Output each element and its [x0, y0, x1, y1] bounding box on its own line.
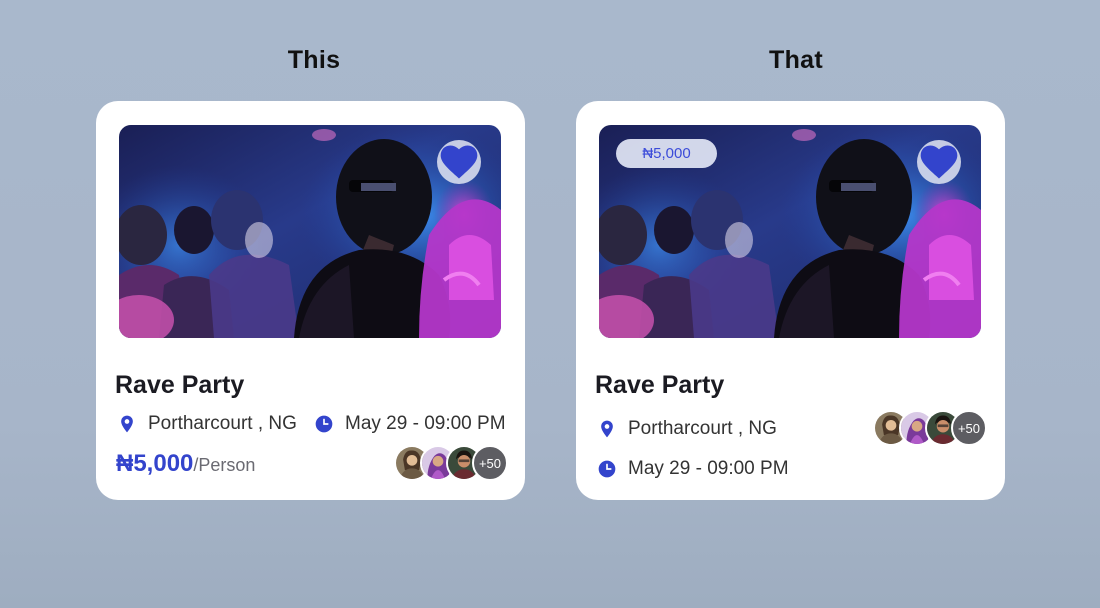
price-unit: /Person: [193, 455, 256, 475]
event-photo: ₦5,000: [599, 125, 981, 338]
datetime-text: May 29 - 09:00 PM: [628, 458, 789, 479]
event-datetime: May 29 - 09:00 PM: [597, 458, 789, 480]
datetime-text: May 29 - 09:00 PM: [345, 413, 506, 434]
event-card-that[interactable]: ₦5,000 Rave Party Portharcourt , NG May …: [576, 101, 1005, 500]
favorite-button[interactable]: [917, 140, 961, 184]
event-location: Portharcourt , NG: [117, 413, 297, 435]
event-title: Rave Party: [115, 371, 245, 399]
event-photo: [119, 125, 501, 338]
event-datetime: May 29 - 09:00 PM: [314, 413, 506, 435]
map-pin-icon: [597, 419, 617, 439]
event-title: Rave Party: [595, 371, 725, 399]
clock-icon: [314, 414, 334, 434]
map-pin-icon: [117, 414, 137, 434]
price-amount: ₦5,000: [116, 450, 194, 477]
attendee-avatars[interactable]: +50: [394, 445, 508, 481]
heading-this: This: [287, 46, 341, 74]
clock-icon: [597, 459, 617, 479]
attendee-count-badge: +50: [472, 445, 508, 481]
attendee-count-badge: +50: [951, 410, 987, 446]
attendee-avatars[interactable]: +50: [873, 410, 987, 446]
heading-that: That: [769, 46, 823, 74]
favorite-button[interactable]: [437, 140, 481, 184]
heart-icon: [917, 140, 961, 184]
location-text: Portharcourt , NG: [148, 413, 297, 434]
event-card-this[interactable]: Rave Party Portharcourt , NG May 29 - 09…: [96, 101, 525, 500]
heart-icon: [437, 140, 481, 184]
event-location: Portharcourt , NG: [597, 418, 777, 440]
price-badge: ₦5,000: [616, 139, 717, 168]
location-text: Portharcourt , NG: [628, 418, 777, 439]
event-price: ₦5,000/Person: [116, 450, 255, 478]
